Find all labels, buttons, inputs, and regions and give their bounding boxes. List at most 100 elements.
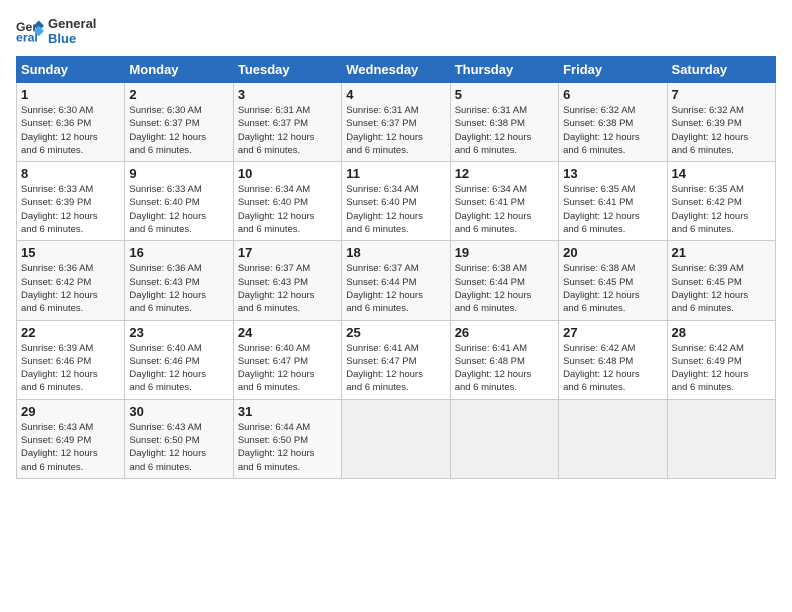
day-info: Sunrise: 6:34 AMSunset: 6:40 PMDaylight:… xyxy=(346,184,423,235)
day-info: Sunrise: 6:43 AMSunset: 6:50 PMDaylight:… xyxy=(129,422,206,473)
day-info: Sunrise: 6:40 AMSunset: 6:46 PMDaylight:… xyxy=(129,343,206,394)
day-info: Sunrise: 6:33 AMSunset: 6:40 PMDaylight:… xyxy=(129,184,206,235)
day-info: Sunrise: 6:36 AMSunset: 6:42 PMDaylight:… xyxy=(21,263,98,314)
day-number: 13 xyxy=(563,166,662,181)
day-info: Sunrise: 6:30 AMSunset: 6:36 PMDaylight:… xyxy=(21,105,98,156)
day-info: Sunrise: 6:39 AMSunset: 6:46 PMDaylight:… xyxy=(21,343,98,394)
day-info: Sunrise: 6:33 AMSunset: 6:39 PMDaylight:… xyxy=(21,184,98,235)
calendar-cell xyxy=(450,399,558,478)
calendar-cell: 12 Sunrise: 6:34 AMSunset: 6:41 PMDaylig… xyxy=(450,162,558,241)
day-info: Sunrise: 6:34 AMSunset: 6:40 PMDaylight:… xyxy=(238,184,315,235)
day-info: Sunrise: 6:31 AMSunset: 6:38 PMDaylight:… xyxy=(455,105,532,156)
calendar-cell: 5 Sunrise: 6:31 AMSunset: 6:38 PMDayligh… xyxy=(450,83,558,162)
day-info: Sunrise: 6:31 AMSunset: 6:37 PMDaylight:… xyxy=(346,105,423,156)
week-row-3: 15 Sunrise: 6:36 AMSunset: 6:42 PMDaylig… xyxy=(17,241,776,320)
day-number: 1 xyxy=(21,87,120,102)
day-number: 28 xyxy=(672,325,771,340)
day-number: 18 xyxy=(346,245,445,260)
day-info: Sunrise: 6:37 AMSunset: 6:44 PMDaylight:… xyxy=(346,263,423,314)
calendar-cell xyxy=(559,399,667,478)
day-info: Sunrise: 6:41 AMSunset: 6:48 PMDaylight:… xyxy=(455,343,532,394)
svg-text:eral: eral xyxy=(16,31,38,45)
calendar-cell: 13 Sunrise: 6:35 AMSunset: 6:41 PMDaylig… xyxy=(559,162,667,241)
week-row-1: 1 Sunrise: 6:30 AMSunset: 6:36 PMDayligh… xyxy=(17,83,776,162)
calendar-cell: 26 Sunrise: 6:41 AMSunset: 6:48 PMDaylig… xyxy=(450,320,558,399)
calendar-cell: 3 Sunrise: 6:31 AMSunset: 6:37 PMDayligh… xyxy=(233,83,341,162)
logo-icon: Gen eral xyxy=(16,17,44,45)
column-header-sunday: Sunday xyxy=(17,57,125,83)
day-number: 14 xyxy=(672,166,771,181)
day-number: 6 xyxy=(563,87,662,102)
calendar-cell: 18 Sunrise: 6:37 AMSunset: 6:44 PMDaylig… xyxy=(342,241,450,320)
calendar-cell xyxy=(667,399,775,478)
calendar-cell: 27 Sunrise: 6:42 AMSunset: 6:48 PMDaylig… xyxy=(559,320,667,399)
day-number: 16 xyxy=(129,245,228,260)
day-info: Sunrise: 6:35 AMSunset: 6:42 PMDaylight:… xyxy=(672,184,749,235)
calendar-cell: 6 Sunrise: 6:32 AMSunset: 6:38 PMDayligh… xyxy=(559,83,667,162)
day-number: 15 xyxy=(21,245,120,260)
day-number: 2 xyxy=(129,87,228,102)
day-number: 24 xyxy=(238,325,337,340)
day-info: Sunrise: 6:37 AMSunset: 6:43 PMDaylight:… xyxy=(238,263,315,314)
day-number: 3 xyxy=(238,87,337,102)
week-row-4: 22 Sunrise: 6:39 AMSunset: 6:46 PMDaylig… xyxy=(17,320,776,399)
day-info: Sunrise: 6:39 AMSunset: 6:45 PMDaylight:… xyxy=(672,263,749,314)
day-info: Sunrise: 6:42 AMSunset: 6:48 PMDaylight:… xyxy=(563,343,640,394)
column-header-thursday: Thursday xyxy=(450,57,558,83)
logo: Gen eral General Blue xyxy=(16,16,96,46)
day-info: Sunrise: 6:34 AMSunset: 6:41 PMDaylight:… xyxy=(455,184,532,235)
calendar-cell: 23 Sunrise: 6:40 AMSunset: 6:46 PMDaylig… xyxy=(125,320,233,399)
day-number: 10 xyxy=(238,166,337,181)
calendar-cell: 19 Sunrise: 6:38 AMSunset: 6:44 PMDaylig… xyxy=(450,241,558,320)
calendar-cell: 22 Sunrise: 6:39 AMSunset: 6:46 PMDaylig… xyxy=(17,320,125,399)
logo-text-line2: Blue xyxy=(48,31,96,46)
calendar-cell: 31 Sunrise: 6:44 AMSunset: 6:50 PMDaylig… xyxy=(233,399,341,478)
calendar-cell: 21 Sunrise: 6:39 AMSunset: 6:45 PMDaylig… xyxy=(667,241,775,320)
day-info: Sunrise: 6:41 AMSunset: 6:47 PMDaylight:… xyxy=(346,343,423,394)
calendar-cell: 29 Sunrise: 6:43 AMSunset: 6:49 PMDaylig… xyxy=(17,399,125,478)
day-number: 8 xyxy=(21,166,120,181)
calendar-cell: 30 Sunrise: 6:43 AMSunset: 6:50 PMDaylig… xyxy=(125,399,233,478)
day-number: 19 xyxy=(455,245,554,260)
calendar-table: SundayMondayTuesdayWednesdayThursdayFrid… xyxy=(16,56,776,479)
calendar-cell: 11 Sunrise: 6:34 AMSunset: 6:40 PMDaylig… xyxy=(342,162,450,241)
day-number: 17 xyxy=(238,245,337,260)
day-number: 7 xyxy=(672,87,771,102)
day-number: 26 xyxy=(455,325,554,340)
column-header-wednesday: Wednesday xyxy=(342,57,450,83)
calendar-cell: 16 Sunrise: 6:36 AMSunset: 6:43 PMDaylig… xyxy=(125,241,233,320)
calendar-cell: 20 Sunrise: 6:38 AMSunset: 6:45 PMDaylig… xyxy=(559,241,667,320)
calendar-cell: 7 Sunrise: 6:32 AMSunset: 6:39 PMDayligh… xyxy=(667,83,775,162)
day-info: Sunrise: 6:31 AMSunset: 6:37 PMDaylight:… xyxy=(238,105,315,156)
day-number: 9 xyxy=(129,166,228,181)
calendar-cell: 2 Sunrise: 6:30 AMSunset: 6:37 PMDayligh… xyxy=(125,83,233,162)
calendar-cell: 9 Sunrise: 6:33 AMSunset: 6:40 PMDayligh… xyxy=(125,162,233,241)
day-number: 30 xyxy=(129,404,228,419)
day-info: Sunrise: 6:42 AMSunset: 6:49 PMDaylight:… xyxy=(672,343,749,394)
calendar-cell: 28 Sunrise: 6:42 AMSunset: 6:49 PMDaylig… xyxy=(667,320,775,399)
day-info: Sunrise: 6:38 AMSunset: 6:45 PMDaylight:… xyxy=(563,263,640,314)
header: Gen eral General Blue xyxy=(16,16,776,46)
day-info: Sunrise: 6:43 AMSunset: 6:49 PMDaylight:… xyxy=(21,422,98,473)
day-info: Sunrise: 6:44 AMSunset: 6:50 PMDaylight:… xyxy=(238,422,315,473)
column-header-saturday: Saturday xyxy=(667,57,775,83)
day-number: 12 xyxy=(455,166,554,181)
day-info: Sunrise: 6:30 AMSunset: 6:37 PMDaylight:… xyxy=(129,105,206,156)
column-header-tuesday: Tuesday xyxy=(233,57,341,83)
day-info: Sunrise: 6:32 AMSunset: 6:39 PMDaylight:… xyxy=(672,105,749,156)
day-number: 23 xyxy=(129,325,228,340)
day-number: 25 xyxy=(346,325,445,340)
day-number: 4 xyxy=(346,87,445,102)
calendar-cell: 15 Sunrise: 6:36 AMSunset: 6:42 PMDaylig… xyxy=(17,241,125,320)
day-number: 21 xyxy=(672,245,771,260)
calendar-cell: 17 Sunrise: 6:37 AMSunset: 6:43 PMDaylig… xyxy=(233,241,341,320)
day-info: Sunrise: 6:38 AMSunset: 6:44 PMDaylight:… xyxy=(455,263,532,314)
day-number: 29 xyxy=(21,404,120,419)
day-info: Sunrise: 6:36 AMSunset: 6:43 PMDaylight:… xyxy=(129,263,206,314)
logo-text-line1: General xyxy=(48,16,96,31)
calendar-cell: 24 Sunrise: 6:40 AMSunset: 6:47 PMDaylig… xyxy=(233,320,341,399)
column-header-friday: Friday xyxy=(559,57,667,83)
calendar-cell: 10 Sunrise: 6:34 AMSunset: 6:40 PMDaylig… xyxy=(233,162,341,241)
day-number: 22 xyxy=(21,325,120,340)
week-row-5: 29 Sunrise: 6:43 AMSunset: 6:49 PMDaylig… xyxy=(17,399,776,478)
